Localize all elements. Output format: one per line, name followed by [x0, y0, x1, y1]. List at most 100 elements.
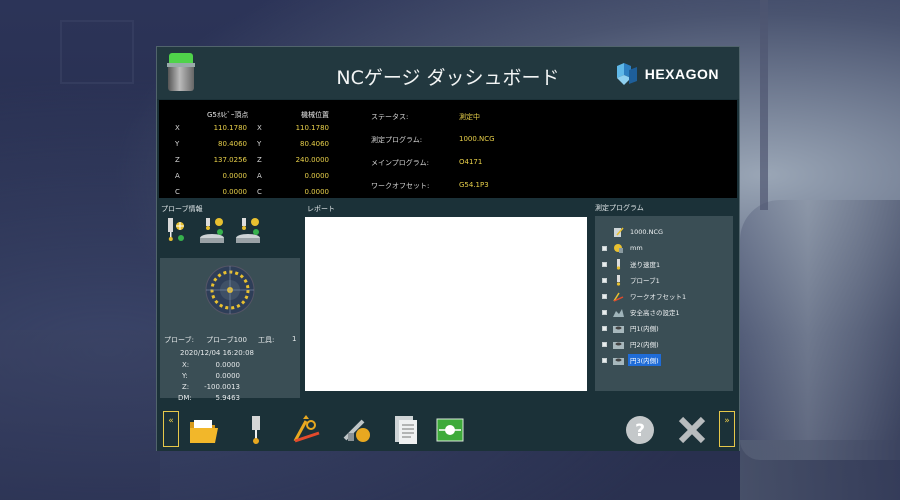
tree-item-circle-1[interactable]: 円1(内側) — [595, 321, 661, 335]
expand-toggle[interactable] — [602, 261, 607, 267]
position-readout: G5ｵﾙﾋﾞｰ頂点 機械位置 X 110.1780 X 110.1780 Y 8… — [159, 100, 737, 198]
caliper-icon[interactable] — [339, 413, 373, 447]
circle-feature-icon — [613, 339, 624, 350]
touch-probe-icon[interactable] — [164, 216, 186, 242]
expand-toggle[interactable] — [602, 277, 607, 283]
circle-feature-icon — [613, 355, 624, 366]
axis-label: Z — [175, 156, 180, 164]
main-program-label: メインプログラム: — [371, 159, 429, 167]
document-icon — [613, 227, 624, 238]
probe-icon[interactable] — [239, 413, 273, 447]
expand-toggle[interactable] — [602, 341, 607, 347]
expand-toggle[interactable] — [602, 325, 607, 331]
probe-info-panel: プローブ: プローブ100 工具: 1 2020/12/04 16:20:08 … — [160, 212, 300, 402]
report-title: レポート — [307, 205, 335, 213]
x-label: X: — [182, 361, 190, 369]
g5-value: 110.1780 — [213, 124, 247, 132]
safety-height-icon — [613, 307, 624, 318]
tree-item-label: 円2(内側) — [630, 341, 659, 349]
circle-feature-icon — [613, 323, 624, 334]
y-label: Y: — [182, 372, 188, 380]
axis-label: Y — [257, 140, 262, 148]
run-icon[interactable] — [433, 413, 467, 447]
program-label: 測定プログラム: — [371, 136, 423, 144]
report-doc-icon[interactable] — [389, 413, 423, 447]
y-value: 0.0000 — [215, 372, 241, 380]
work-offset-icon — [613, 291, 624, 302]
probe-view: プローブ: プローブ100 工具: 1 2020/12/04 16:20:08 … — [160, 258, 300, 402]
tree-item-label: 安全高さの設定1 — [630, 309, 680, 317]
g5-value: 80.4060 — [218, 140, 247, 148]
help-icon[interactable]: ? — [623, 413, 657, 447]
tree-item-label: プローブ1 — [630, 277, 660, 285]
tree-item-label-selected: 円3(内側) — [628, 354, 661, 366]
z-label: Z: — [182, 383, 190, 391]
tree-item-label: ワークオフセット1 — [630, 293, 687, 301]
machine-value: 0.0000 — [304, 172, 330, 180]
title-bar: NCゲージ ダッシュボード HEXAGON — [157, 47, 739, 99]
background-machine-base — [0, 330, 160, 500]
status-value: 測定中 — [459, 113, 480, 121]
axis-label: X — [257, 124, 262, 132]
tree-item-feedrate[interactable]: 送り速度1 — [595, 257, 662, 271]
svg-text:?: ? — [635, 421, 645, 441]
dm-label: DM: — [178, 394, 192, 402]
tool-setter-icon[interactable] — [198, 216, 228, 246]
work-offset-label: ワークオフセット: — [371, 182, 430, 190]
tree-item-safety-height[interactable]: 安全高さの設定1 — [595, 305, 682, 319]
g5-value: 137.0256 — [213, 156, 247, 164]
close-icon[interactable] — [675, 413, 709, 447]
program-tree-title: 測定プログラム — [595, 204, 644, 212]
dm-value: 5.9463 — [215, 394, 241, 402]
units-icon — [613, 243, 624, 254]
main-program-value: O4171 — [459, 158, 483, 166]
machine-value: 80.4060 — [300, 140, 329, 148]
tree-item-probe[interactable]: プローブ1 — [595, 273, 662, 287]
expand-toggle[interactable] — [602, 309, 607, 315]
probe-label: プローブ: — [164, 336, 194, 344]
tool-label: 工具: — [258, 336, 275, 344]
open-folder-icon[interactable] — [187, 413, 221, 447]
timestamp: 2020/12/04 16:20:08 — [180, 349, 255, 357]
bottom-toolbar: « » ? — [157, 409, 739, 451]
background-machine-part — [740, 200, 900, 460]
background-tool-holder — [740, 440, 900, 500]
expand-toggle[interactable] — [602, 245, 607, 251]
tree-item-program[interactable]: 1000.NCG — [595, 225, 665, 239]
program-tree: 1000.NCG mm 送り速度1 プローブ1 ワークオフセット1 安全高さの設… — [595, 216, 733, 391]
machine-value: 240.0000 — [295, 156, 329, 164]
tree-item-label: 円1(内側) — [630, 325, 659, 333]
x-value: 0.0000 — [215, 361, 241, 369]
axis-label: C — [257, 188, 262, 196]
tree-item-work-offset[interactable]: ワークオフセット1 — [595, 289, 688, 303]
z-value: -100.0013 — [204, 383, 240, 391]
expand-toggle[interactable] — [602, 357, 607, 363]
probe-dial-icon — [205, 265, 255, 315]
tree-item-label: 送り速度1 — [630, 261, 661, 269]
status-label: ステータス: — [371, 113, 409, 121]
machine-value: 0.0000 — [304, 188, 330, 196]
tool-value: 1 — [292, 335, 297, 343]
scroll-left-button[interactable]: « — [163, 411, 179, 447]
laser-tool-setter-icon[interactable] — [234, 216, 264, 246]
report-area[interactable] — [305, 217, 587, 391]
hexagon-logo: HEXAGON — [615, 61, 719, 87]
work-offset-value: G54.1P3 — [459, 181, 489, 189]
tree-item-circle-2[interactable]: 円2(内側) — [595, 337, 661, 351]
hexagon-logo-icon — [615, 62, 639, 86]
feedrate-icon — [613, 258, 624, 270]
background-spindle — [760, 0, 768, 210]
axis-label: Y — [175, 140, 180, 148]
probe-icon — [613, 274, 624, 286]
axis-label: X — [175, 124, 180, 132]
nc-gauge-dashboard-window: NCゲージ ダッシュボード HEXAGON G5ｵﾙﾋﾞｰ頂点 機械位置 X 1… — [156, 46, 740, 451]
tree-item-units[interactable]: mm — [595, 241, 645, 255]
expand-toggle[interactable] — [602, 293, 607, 299]
program-value: 1000.NCG — [459, 135, 495, 143]
tree-item-circle-3[interactable]: 円3(内側) — [595, 353, 661, 367]
work-offset-icon[interactable] — [289, 413, 323, 447]
scroll-right-button[interactable]: » — [719, 411, 735, 447]
logo-text: HEXAGON — [644, 66, 719, 82]
probe-value: プローブ100 — [206, 336, 247, 344]
axis-label: A — [257, 172, 262, 180]
